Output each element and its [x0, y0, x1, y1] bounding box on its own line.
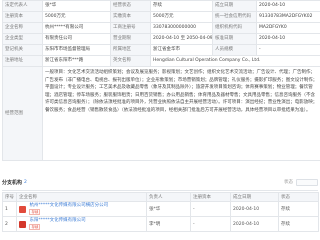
- info-label: 组织机构代码: [212, 22, 257, 34]
- table-row[interactable]: 1 杭州*****文化传媒有限公司横店分公司 存续 张*华 - 2020-04-…: [2, 201, 319, 217]
- info-value: Hengdian Cultural Operation Company Co.,…: [150, 55, 320, 67]
- info-row: 登记机关 东阳市市场监督管理局 所属地区 浙江省金华市 人员规模 -: [2, 44, 320, 56]
- info-value: 330783000000000: [150, 22, 213, 34]
- branch-name-cell: 东阳*****文化传媒有限公司 存续: [16, 216, 147, 232]
- branch-name-link[interactable]: 东阳*****文化传媒有限公司 存续: [29, 218, 86, 230]
- info-value: 2020-04-10 至 2050-04-09: [150, 33, 213, 45]
- status-badge: 存续: [29, 208, 41, 215]
- branch-status: 存续: [278, 216, 319, 232]
- column-header: 状态: [278, 192, 319, 202]
- info-label: 英文名称: [110, 55, 151, 67]
- info-label: 经营状态: [110, 0, 151, 12]
- branch-capital: -: [190, 216, 231, 232]
- info-value: 东阳市市场监督管理局: [42, 44, 111, 56]
- info-label: 核准日期: [212, 33, 257, 45]
- section-count: 2: [24, 179, 27, 185]
- branch-person: 张*华: [146, 201, 191, 217]
- info-value: 2020-04-10: [256, 33, 320, 45]
- branch-date: 2020-04-10: [230, 216, 279, 232]
- section-title: 分支机构: [2, 179, 23, 186]
- info-label: 法定代表人: [2, 0, 43, 12]
- scope-label: 经营范围: [2, 66, 43, 161]
- company-logo-icon: [19, 205, 26, 213]
- info-label: 企业名称: [2, 22, 43, 34]
- info-value: 5000万元: [42, 11, 111, 23]
- branch-name[interactable]: 杭州*****文化传媒有限公司横店分公司: [29, 203, 108, 208]
- status-badge: 存续: [29, 223, 41, 230]
- info-row: 注册资本 5000万元 实缴资本 5000万元 统一社会信用代码 9133078…: [2, 11, 320, 23]
- info-label: 注册地址: [2, 55, 43, 67]
- branch-status: 存续: [278, 201, 319, 217]
- info-row: 注册地址 浙江省东阳市***路 英文名称 Hengdian Cultural O…: [2, 55, 320, 67]
- column-header: 序号: [2, 192, 17, 202]
- info-value: 91330783MA2DFGYK02: [256, 11, 320, 23]
- info-row: 企业名称 杭州*****有限公司 工商注册号 330783000000000 组…: [2, 22, 320, 34]
- branch-date: 2020-04-10: [230, 201, 279, 217]
- info-row: 法定代表人 张*华 经营状态 存续 成立日期 2020-04-10: [2, 0, 320, 12]
- info-label: 企业类型: [2, 33, 43, 45]
- table-row[interactable]: 2 东阳*****文化传媒有限公司 存续 李*明 - 2020-04-10 存续: [2, 216, 319, 232]
- column-header: 企业名称: [16, 192, 147, 202]
- filter-label: 状态: [284, 180, 293, 185]
- branch-name-cell: 杭州*****文化传媒有限公司横店分公司 存续: [16, 201, 147, 217]
- legal-rep-link[interactable]: 张*华: [42, 0, 111, 12]
- branches-table: 序号 企业名称 负责人 注册资本 成立日期 状态 1 杭州*****文化传媒有限…: [2, 192, 319, 232]
- section-divider: [2, 190, 318, 191]
- info-value: 5000万元: [150, 11, 213, 23]
- info-label: 登记机关: [2, 44, 43, 56]
- info-value: 有限责任公司: [42, 33, 111, 45]
- info-label: 工商注册号: [110, 22, 151, 34]
- branch-name-link[interactable]: 杭州*****文化传媒有限公司横店分公司 存续: [29, 203, 108, 215]
- business-scope-text: 一般项目：文化艺术交流活动组织策划；会议及展览服务；影视策划；文艺创作；组织文化…: [42, 66, 320, 161]
- info-value: 存续: [150, 0, 213, 12]
- scope-row: 经营范围 一般项目：文化艺术交流活动组织策划；会议及展览服务；影视策划；文艺创作…: [2, 66, 320, 161]
- column-header: 负责人: [146, 192, 191, 202]
- info-label: 成立日期: [212, 0, 257, 12]
- info-value: 浙江省金华市: [150, 44, 213, 56]
- status-filter-dropdown[interactable]: [296, 178, 318, 186]
- section-filters: 状态: [284, 178, 318, 186]
- company-logo-icon: [19, 220, 26, 228]
- table-header-row: 序号 企业名称 负责人 注册资本 成立日期 状态: [2, 192, 319, 202]
- info-label: 所属地区: [110, 44, 151, 56]
- info-label: 人员规模: [212, 44, 257, 56]
- row-number: 1: [2, 201, 17, 217]
- info-value: MA2DFGYK0: [256, 22, 320, 34]
- branches-section-header: 分支机构 2 状态: [2, 175, 318, 189]
- row-number: 2: [2, 216, 17, 232]
- column-header: 成立日期: [230, 192, 279, 202]
- info-value: 杭州*****有限公司: [42, 22, 111, 34]
- branch-capital: -: [190, 201, 231, 217]
- info-label: 统一社会信用代码: [212, 11, 257, 23]
- company-info-table: 法定代表人 张*华 经营状态 存续 成立日期 2020-04-10 注册资本 5…: [2, 0, 320, 161]
- info-label: 实缴资本: [110, 11, 151, 23]
- info-value: 2020-04-10: [256, 0, 320, 12]
- column-header: 注册资本: [190, 192, 231, 202]
- branch-name[interactable]: 东阳*****文化传媒有限公司: [29, 218, 85, 223]
- branch-person: 李*明: [146, 216, 191, 232]
- info-value: 浙江省东阳市***路: [42, 55, 111, 67]
- info-row: 企业类型 有限责任公司 营业期限 2020-04-10 至 2050-04-09…: [2, 33, 320, 45]
- info-value: -: [256, 44, 320, 56]
- info-label: 营业期限: [110, 33, 151, 45]
- info-label: 注册资本: [2, 11, 43, 23]
